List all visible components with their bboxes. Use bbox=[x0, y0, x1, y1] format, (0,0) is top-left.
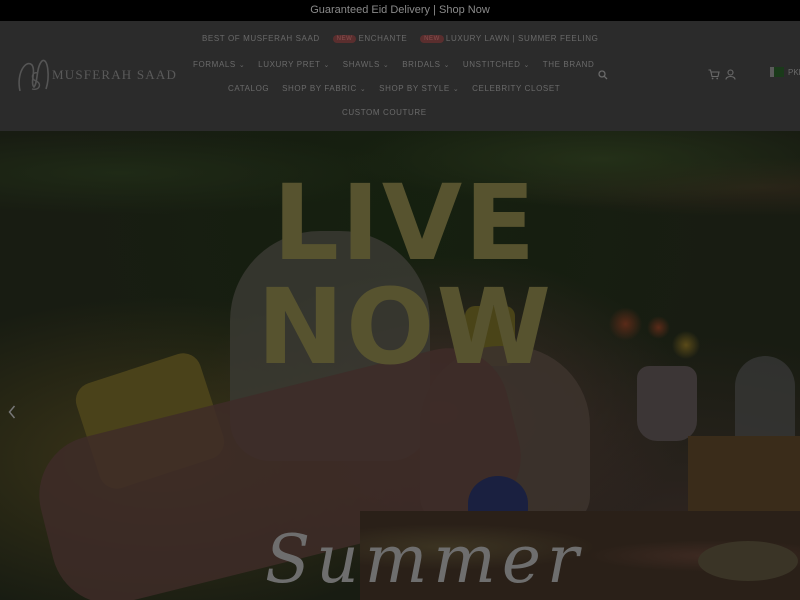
search-icon[interactable] bbox=[598, 70, 608, 80]
nav-unstitched[interactable]: UNSTITCHED ⌄ bbox=[463, 60, 530, 69]
chevron-down-icon: ⌄ bbox=[359, 86, 367, 93]
nav-row-4: CUSTOM COUTURE bbox=[342, 108, 437, 117]
brand-name: MUSFERAH SAAD bbox=[52, 67, 178, 82]
site-header: MUSFERAH SAAD BEST OF MUSFERAH SAAD NEW E… bbox=[0, 21, 800, 131]
hero-banner[interactable]: LIVE NOW Summer bbox=[0, 131, 800, 600]
flag-icon[interactable] bbox=[770, 67, 784, 77]
chevron-left-icon[interactable] bbox=[8, 405, 16, 419]
chevron-down-icon: ⌄ bbox=[443, 62, 451, 69]
chevron-down-icon: ⌄ bbox=[382, 62, 390, 69]
nav-luxury-lawn[interactable]: NEW LUXURY LAWN | SUMMER FEELING bbox=[420, 34, 598, 43]
hero-script-text: Summer bbox=[265, 521, 585, 598]
nav-row-3: CATALOG SHOP BY FABRIC ⌄ SHOP BY STYLE ⌄ C… bbox=[228, 84, 570, 93]
plate-shape bbox=[698, 541, 798, 581]
nav-bridals-label: BRIDALS bbox=[402, 60, 441, 69]
nav-row-1: BEST OF MUSFERAH SAAD NEW ENCHANTE NEW LUX… bbox=[202, 34, 608, 43]
nav-shop-by-fabric[interactable]: SHOP BY FABRIC ⌄ bbox=[282, 84, 366, 93]
new-badge: NEW bbox=[420, 35, 444, 43]
nav-shop-by-style[interactable]: SHOP BY STYLE ⌄ bbox=[379, 84, 459, 93]
hero-headline: LIVE NOW bbox=[256, 162, 554, 388]
logo-monogram-icon bbox=[18, 59, 49, 92]
account-icon[interactable] bbox=[725, 69, 736, 80]
chevron-down-icon: ⌄ bbox=[523, 62, 530, 69]
announcement-text[interactable]: Guaranteed Eid Delivery | Shop Now bbox=[310, 4, 490, 16]
nav-shawls[interactable]: SHAWLS ⌄ bbox=[343, 60, 390, 69]
chevron-down-icon: ⌄ bbox=[323, 62, 330, 69]
nav-the-brand[interactable]: THE BRAND bbox=[543, 60, 595, 69]
nav-shop-by-fabric-label: SHOP BY FABRIC bbox=[282, 84, 357, 93]
nav-best-of[interactable]: BEST OF MUSFERAH SAAD bbox=[202, 34, 320, 43]
nav-luxury-lawn-label: LUXURY LAWN | SUMMER FEELING bbox=[445, 34, 599, 43]
nav-unstitched-label: UNSTITCHED bbox=[462, 60, 521, 69]
chevron-down-icon: ⌄ bbox=[452, 86, 460, 93]
nav-bridals[interactable]: BRIDALS ⌄ bbox=[402, 60, 450, 69]
nav-luxury-pret-label: LUXURY PRET bbox=[258, 60, 321, 69]
nav-formals[interactable]: FORMALS ⌄ bbox=[193, 60, 245, 69]
nav-custom-couture[interactable]: CUSTOM COUTURE bbox=[342, 108, 427, 117]
chevron-down-icon: ⌄ bbox=[238, 62, 246, 69]
nav-shawls-label: SHAWLS bbox=[342, 60, 380, 69]
nav-celebrity-closet[interactable]: CELEBRITY CLOSET bbox=[472, 84, 560, 93]
brand-logo[interactable]: MUSFERAH SAAD bbox=[12, 53, 182, 99]
cart-icon[interactable] bbox=[708, 69, 720, 80]
nav-formals-label: FORMALS bbox=[193, 60, 236, 69]
nav-shop-by-style-label: SHOP BY STYLE bbox=[379, 84, 450, 93]
nav-enchante[interactable]: NEW ENCHANTE bbox=[332, 34, 408, 43]
nav-catalog[interactable]: CATALOG bbox=[228, 84, 269, 93]
announcement-bar[interactable]: Guaranteed Eid Delivery | Shop Now bbox=[0, 0, 800, 21]
currency-selector[interactable]: PKR bbox=[788, 68, 800, 77]
nav-luxury-pret[interactable]: LUXURY PRET ⌄ bbox=[258, 60, 330, 69]
new-badge: NEW bbox=[332, 35, 357, 43]
nav-row-2: FORMALS ⌄ LUXURY PRET ⌄ SHAWLS ⌄ BRIDALS ⌄ U… bbox=[193, 60, 604, 69]
nav-enchante-label: ENCHANTE bbox=[358, 34, 408, 43]
